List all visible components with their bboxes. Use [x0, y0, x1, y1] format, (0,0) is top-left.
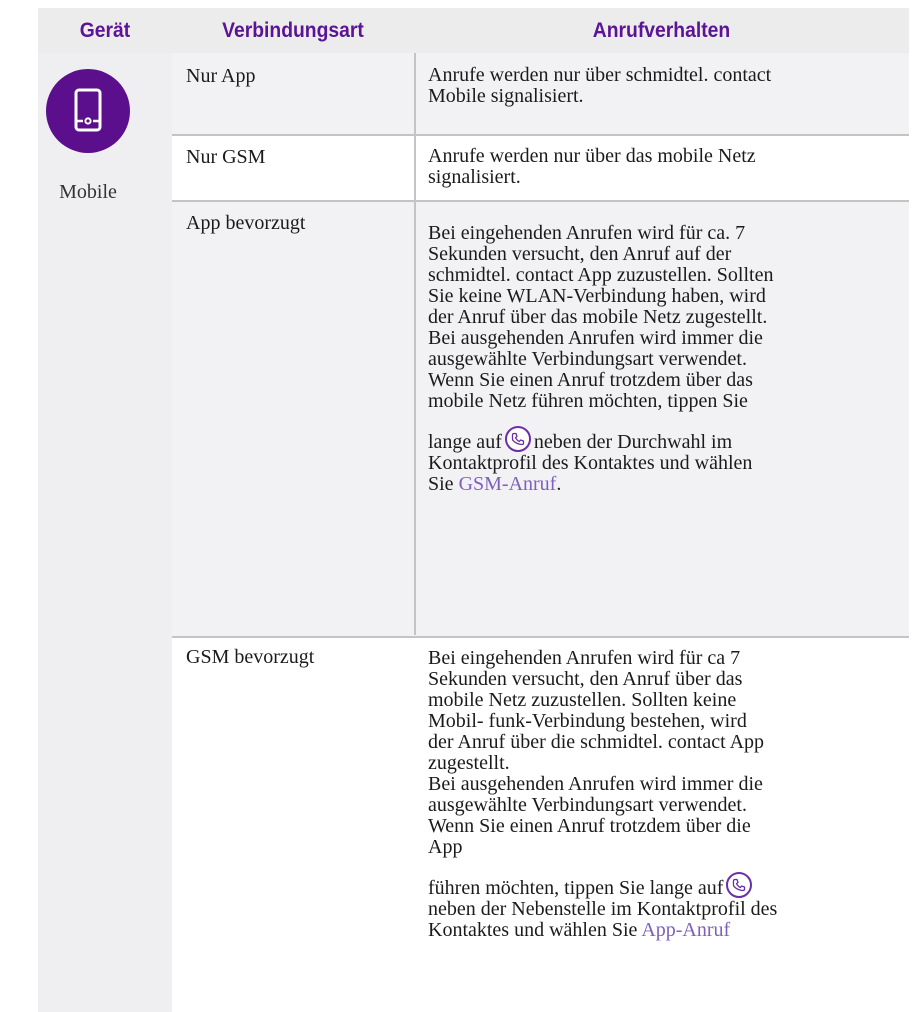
desc-line: Wenn Sie einen Anruf trotzdem über das	[428, 369, 753, 391]
desc-text: neben der Durchwahl im	[533, 431, 733, 453]
desc-text: lange auf	[428, 431, 502, 453]
column-divider	[414, 53, 416, 635]
phone-call-icon	[726, 872, 753, 898]
table-row: App bevorzugt Bei eingehenden Anrufen wi…	[172, 202, 909, 636]
desc-line: Bei eingehenden Anrufen wird für ca. 7	[428, 222, 746, 244]
desc-line: Sie keine WLAN-Verbindung haben, wird	[428, 285, 766, 307]
header-connection-type: Verbindungsart	[222, 19, 364, 42]
desc-line: neben der Nebenstelle im Kontaktprofil d…	[428, 898, 778, 920]
desc-line: lange auf neben der Durchwahl im	[428, 426, 898, 453]
mobile-phone-icon	[46, 69, 130, 153]
connection-type-label: GSM bevorzugt	[186, 646, 315, 668]
desc-line: Mobile signalisiert.	[428, 85, 584, 107]
desc-line: Mobil- funk-Verbindung bestehen, wird	[428, 710, 747, 732]
desc-text: Sie	[428, 473, 454, 495]
desc-line: Kontaktes und wählen Sie App-Anruf	[428, 920, 898, 941]
desc-line: Bei ausgehenden Anrufen wird immer die	[428, 327, 763, 349]
call-behavior-text: Bei eingehenden Anrufen wird für ca. 7 S…	[428, 223, 898, 495]
header-call-behavior: Anrufverhalten	[592, 19, 731, 42]
desc-line: App	[428, 836, 463, 858]
gsm-call-link[interactable]: GSM-Anruf	[459, 473, 557, 495]
desc-line: mobile Netz zuzustellen. Sollten keine	[428, 689, 737, 711]
desc-line: Bei eingehenden Anrufen wird für ca 7	[428, 647, 741, 669]
desc-line: Wenn Sie einen Anruf trotzdem über die	[428, 815, 751, 837]
table-row: GSM bevorzugt Bei eingehenden Anrufen wi…	[172, 638, 909, 1012]
desc-line: Kontaktprofil des Kontaktes und wählen	[428, 452, 753, 474]
desc-line: der Anruf über das mobile Netz zugestell…	[428, 306, 768, 328]
desc-line: Sie GSM-Anruf.	[428, 474, 898, 495]
phone-call-icon	[504, 426, 531, 452]
desc-line: schmidtel. contact App zuzustellen. Soll…	[428, 264, 774, 286]
table-row: Nur GSM Anrufe werden nur über das mobil…	[172, 136, 909, 200]
desc-line: Anrufe werden nur über schmidtel. contac…	[428, 64, 772, 86]
desc-line: mobile Netz führen möchten, tippen Sie	[428, 390, 748, 412]
call-behavior-text: Bei eingehenden Anrufen wird für ca 7 Se…	[428, 648, 898, 941]
table-row: Nur App Anrufe werden nur über schmidtel…	[172, 53, 909, 134]
call-behavior-table: Gerät Verbindungsart Anrufverhalten Mobi…	[38, 0, 909, 1012]
device-column: Mobile	[38, 53, 172, 1012]
table-header: Gerät Verbindungsart Anrufverhalten	[38, 8, 909, 53]
connection-type-label: Nur GSM	[186, 146, 266, 168]
call-behavior-text: Anrufe werden nur über schmidtel. contac…	[428, 65, 898, 107]
desc-line: zugestellt.	[428, 752, 510, 774]
desc-text: Kontaktes und wählen Sie	[428, 919, 638, 941]
desc-line: führen möchten, tippen Sie lange auf	[428, 872, 898, 899]
desc-line: ausgewählte Verbindungsart verwendet.	[428, 794, 747, 816]
desc-line: Sekunden versucht, den Anruf auf der	[428, 243, 732, 265]
desc-text: führen möchten, tippen Sie lange auf	[428, 877, 724, 899]
desc-line: signalisiert.	[428, 166, 521, 188]
desc-line: Sekunden versucht, den Anruf über das	[428, 668, 743, 690]
desc-line: der Anruf über die schmidtel. contact Ap…	[428, 731, 765, 753]
app-call-link[interactable]: App-Anruf	[641, 919, 730, 941]
desc-line: Bei ausgehenden Anrufen wird immer die	[428, 773, 763, 795]
desc-line: Anrufe werden nur über das mobile Netz	[428, 145, 756, 167]
desc-line: ausgewählte Verbindungsart verwendet.	[428, 348, 747, 370]
call-behavior-text: Anrufe werden nur über das mobile Netz s…	[428, 146, 898, 188]
connection-type-label: App bevorzugt	[186, 212, 306, 234]
device-label: Mobile	[59, 181, 117, 203]
desc-text: .	[556, 473, 562, 495]
header-device: Gerät	[79, 19, 131, 42]
connection-type-label: Nur App	[186, 65, 256, 87]
